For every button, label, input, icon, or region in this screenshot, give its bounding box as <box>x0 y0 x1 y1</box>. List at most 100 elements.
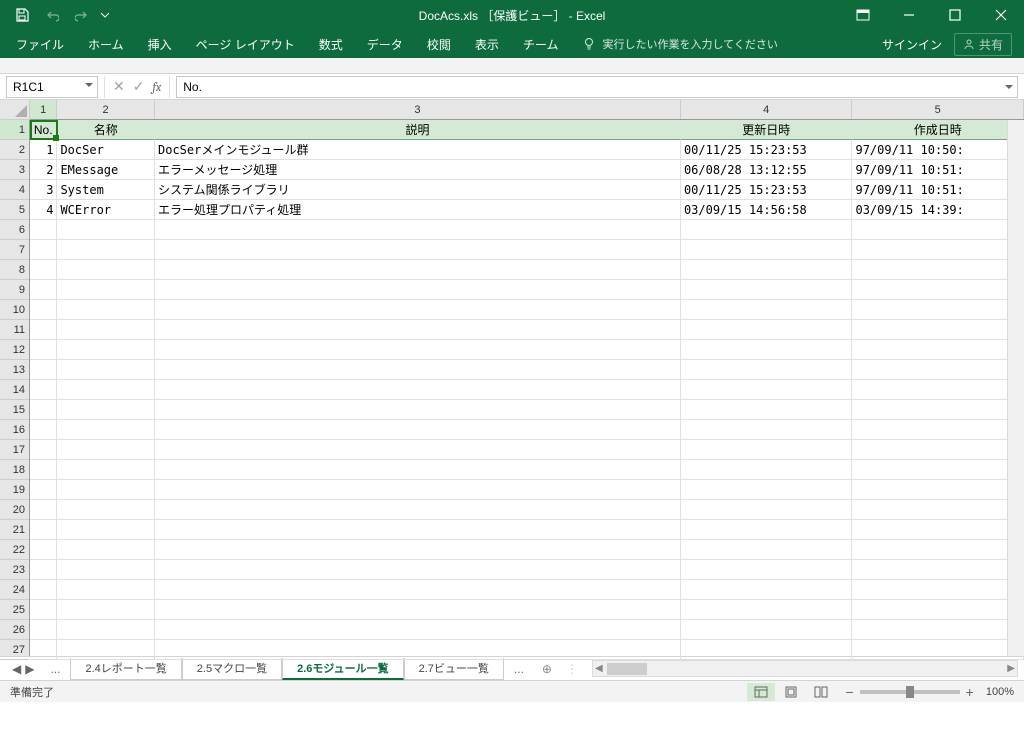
normal-view-button[interactable] <box>747 683 775 701</box>
cell[interactable]: 03/09/15 14:56:58 <box>681 200 853 220</box>
cell[interactable]: 作成日時 <box>852 120 1024 140</box>
ribbon-tab-データ[interactable]: データ <box>355 30 415 58</box>
cell[interactable] <box>852 280 1024 300</box>
cell[interactable] <box>57 480 155 500</box>
ribbon-display-button[interactable] <box>840 0 886 30</box>
horizontal-scrollbar[interactable]: ◀ ▶ <box>592 660 1018 677</box>
cell[interactable] <box>57 620 155 640</box>
signin-link[interactable]: サインイン <box>882 36 942 53</box>
ribbon-tab-挿入[interactable]: 挿入 <box>136 30 184 58</box>
vertical-scrollbar[interactable] <box>1007 120 1024 656</box>
ribbon-tab-表示[interactable]: 表示 <box>463 30 511 58</box>
row-header[interactable]: 1 <box>0 120 29 140</box>
cell[interactable] <box>30 360 57 380</box>
zoom-slider[interactable] <box>860 690 960 694</box>
cancel-formula-icon[interactable]: ✕ <box>113 78 125 95</box>
sheet-nav-next-icon[interactable]: ▶ <box>25 662 34 676</box>
cell[interactable] <box>852 400 1024 420</box>
cell[interactable] <box>57 280 155 300</box>
row-header[interactable]: 13 <box>0 360 29 380</box>
cell[interactable] <box>852 620 1024 640</box>
cell[interactable] <box>155 400 681 420</box>
cell[interactable] <box>681 520 853 540</box>
cell[interactable] <box>155 440 681 460</box>
zoom-in-button[interactable]: + <box>966 684 974 700</box>
cell[interactable] <box>681 540 853 560</box>
cell[interactable] <box>30 280 57 300</box>
cell[interactable] <box>57 420 155 440</box>
cell[interactable] <box>57 440 155 460</box>
tell-me-search[interactable]: 実行したい作業を入力してください <box>582 36 777 52</box>
cell[interactable] <box>155 260 681 280</box>
row-header[interactable]: 10 <box>0 300 29 320</box>
cell[interactable] <box>852 580 1024 600</box>
minimize-button[interactable] <box>886 0 932 30</box>
column-header[interactable]: 3 <box>155 100 681 119</box>
name-box[interactable]: R1C1 <box>6 76 98 98</box>
cell[interactable] <box>57 360 155 380</box>
cell[interactable] <box>57 340 155 360</box>
row-header[interactable]: 8 <box>0 260 29 280</box>
cell[interactable] <box>30 400 57 420</box>
undo-button[interactable] <box>38 2 66 28</box>
cell[interactable] <box>155 220 681 240</box>
ribbon-tab-チーム[interactable]: チーム <box>511 30 571 58</box>
save-button[interactable] <box>8 2 36 28</box>
cell[interactable] <box>155 300 681 320</box>
cell[interactable] <box>681 500 853 520</box>
cell[interactable]: エラー処理プロパティ処理 <box>155 200 681 220</box>
cell[interactable] <box>155 500 681 520</box>
cell[interactable]: 97/09/11 10:51: <box>852 160 1024 180</box>
cell[interactable] <box>155 620 681 640</box>
cell[interactable] <box>30 220 57 240</box>
cell[interactable] <box>681 580 853 600</box>
fx-icon[interactable]: fx <box>152 80 161 94</box>
cell[interactable] <box>57 600 155 620</box>
maximize-button[interactable] <box>932 0 978 30</box>
ribbon-tab-ページ レイアウト[interactable]: ページ レイアウト <box>184 30 307 58</box>
share-button[interactable]: 共有 <box>954 33 1012 56</box>
cell[interactable] <box>30 520 57 540</box>
cell[interactable] <box>57 500 155 520</box>
cell[interactable] <box>852 520 1024 540</box>
cell[interactable] <box>30 300 57 320</box>
cell[interactable]: EMessage <box>57 160 155 180</box>
cell[interactable] <box>852 480 1024 500</box>
row-header[interactable]: 6 <box>0 220 29 240</box>
cell[interactable] <box>155 640 681 660</box>
ribbon-tab-数式[interactable]: 数式 <box>307 30 355 58</box>
row-header[interactable]: 7 <box>0 240 29 260</box>
cell[interactable] <box>681 460 853 480</box>
cell[interactable] <box>30 420 57 440</box>
cell[interactable] <box>681 420 853 440</box>
cell[interactable] <box>155 480 681 500</box>
cell[interactable] <box>852 300 1024 320</box>
enter-formula-icon[interactable]: ✓ <box>133 78 145 95</box>
column-header[interactable]: 4 <box>681 100 853 119</box>
cell[interactable] <box>155 340 681 360</box>
row-header[interactable]: 15 <box>0 400 29 420</box>
cell[interactable] <box>30 600 57 620</box>
cell[interactable] <box>57 520 155 540</box>
row-header[interactable]: 23 <box>0 560 29 580</box>
cell[interactable] <box>852 540 1024 560</box>
cell[interactable] <box>852 460 1024 480</box>
cell[interactable] <box>30 560 57 580</box>
sheets-overflow-left[interactable]: ... <box>42 660 68 678</box>
cell[interactable] <box>681 400 853 420</box>
cell[interactable] <box>30 240 57 260</box>
cell[interactable]: No. <box>30 120 57 140</box>
row-header[interactable]: 4 <box>0 180 29 200</box>
cell[interactable] <box>852 340 1024 360</box>
cell[interactable] <box>57 640 155 660</box>
cell[interactable] <box>852 380 1024 400</box>
cell[interactable]: 03/09/15 14:39: <box>852 200 1024 220</box>
cell[interactable] <box>155 380 681 400</box>
cell[interactable] <box>30 460 57 480</box>
cell[interactable] <box>681 280 853 300</box>
cell[interactable] <box>30 260 57 280</box>
cell[interactable] <box>681 300 853 320</box>
formula-input[interactable]: No. <box>176 76 1018 98</box>
cell[interactable] <box>30 640 57 660</box>
cell[interactable] <box>681 620 853 640</box>
